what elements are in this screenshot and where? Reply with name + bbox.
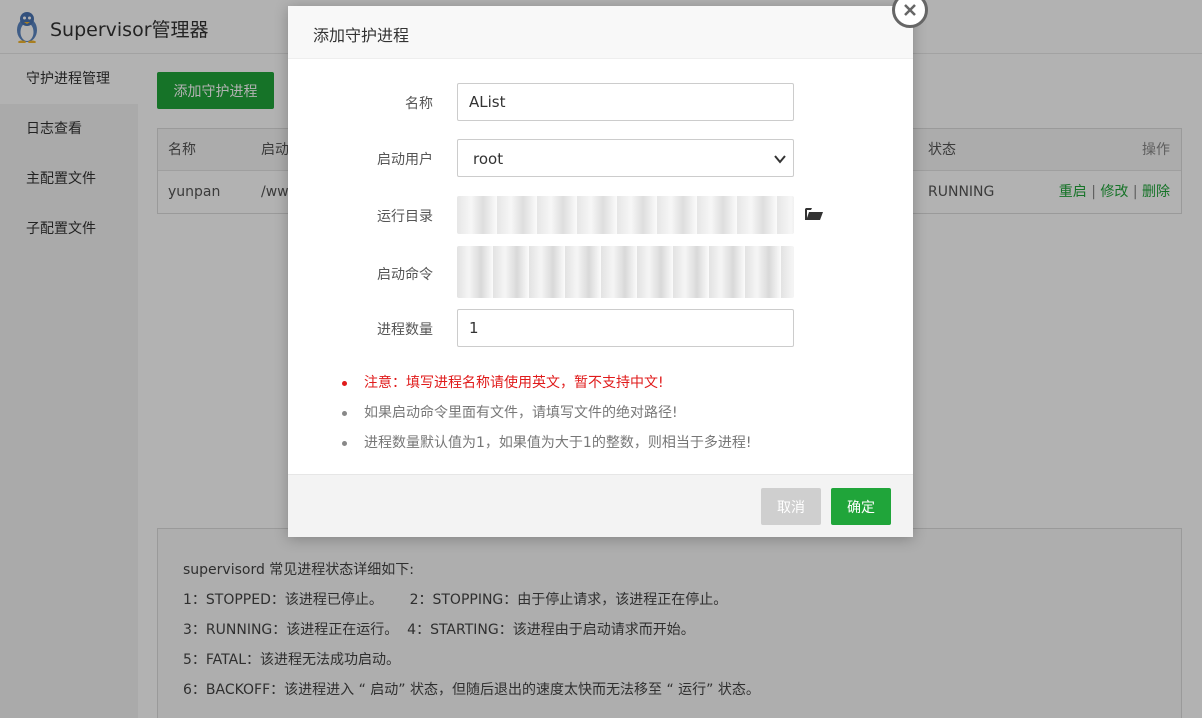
user-row: 启动用户 root	[288, 139, 913, 177]
bullet-icon	[342, 411, 347, 416]
dialog-footer: 取消 确定	[288, 474, 913, 537]
folder-icon[interactable]	[804, 206, 824, 222]
name-row: 名称	[288, 83, 913, 121]
dir-input-blurred[interactable]	[457, 196, 794, 234]
dialog-header: 添加守护进程	[288, 6, 913, 59]
dir-row: 运行目录	[288, 196, 913, 234]
count-input[interactable]	[457, 309, 794, 347]
tip-text: 注意：填写进程名称请使用英文，暂不支持中文!	[364, 375, 664, 391]
tip-item: 如果启动命令里面有文件，请填写文件的绝对路径!	[342, 398, 902, 428]
bullet-icon	[342, 381, 347, 386]
cmd-label: 启动命令	[377, 267, 433, 283]
tip-item: 进程数量默认值为1，如果值为大于1的整数，则相当于多进程!	[342, 428, 902, 458]
cmd-row: 启动命令	[288, 246, 913, 298]
tips-list: 注意：填写进程名称请使用英文，暂不支持中文! 如果启动命令里面有文件，请填写文件…	[342, 368, 902, 458]
user-select[interactable]: root	[457, 139, 794, 177]
close-icon	[904, 4, 916, 16]
confirm-button[interactable]: 确定	[831, 488, 891, 525]
tip-text: 如果启动命令里面有文件，请填写文件的绝对路径!	[364, 405, 678, 421]
tip-warning: 注意：填写进程名称请使用英文，暂不支持中文!	[342, 368, 902, 398]
name-label: 名称	[405, 96, 433, 112]
chevron-down-icon	[774, 155, 786, 164]
count-label: 进程数量	[377, 322, 433, 338]
user-label: 启动用户	[377, 152, 433, 168]
dialog-title: 添加守护进程	[313, 26, 410, 45]
name-input[interactable]	[457, 83, 794, 121]
tip-text: 进程数量默认值为1，如果值为大于1的整数，则相当于多进程!	[364, 435, 752, 451]
user-select-value: root	[473, 150, 504, 168]
bullet-icon	[342, 441, 347, 446]
dir-label: 运行目录	[377, 209, 433, 225]
cancel-button[interactable]: 取消	[761, 488, 821, 525]
count-row: 进程数量	[288, 309, 913, 347]
cmd-input-blurred[interactable]	[457, 246, 794, 298]
add-daemon-dialog: 添加守护进程 名称 启动用户 root 运行目录 启动命令 进程数量 注意：填写…	[288, 6, 913, 537]
